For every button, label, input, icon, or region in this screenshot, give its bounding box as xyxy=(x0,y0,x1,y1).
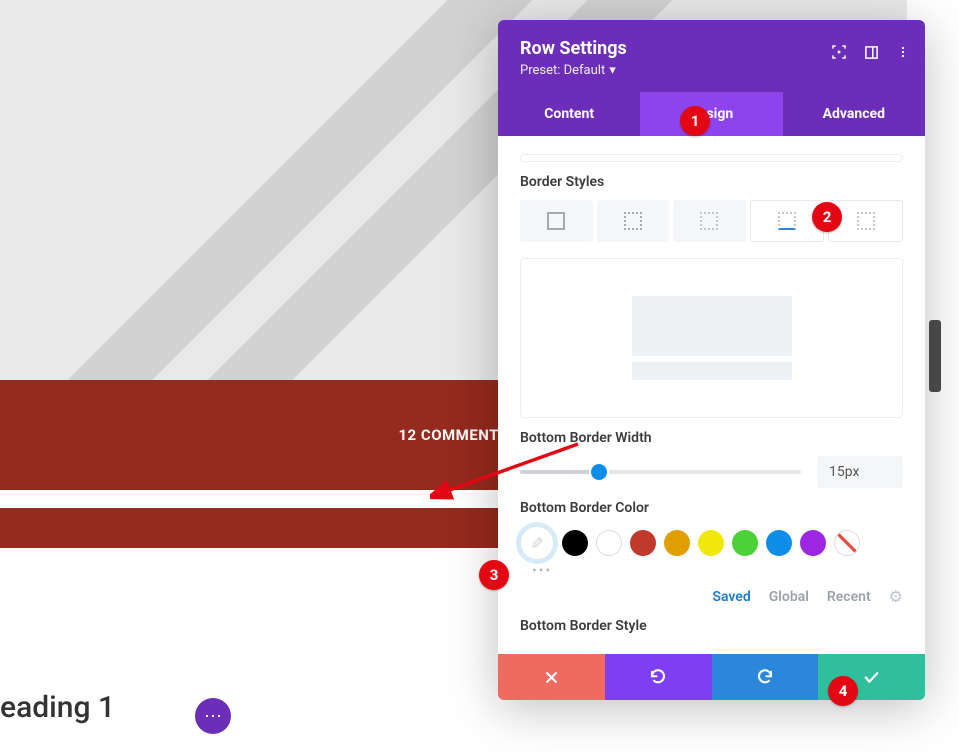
border-style-picker xyxy=(520,200,903,242)
modal-body: Border Styles Bottom Border Width 15px B… xyxy=(498,136,925,654)
width-value-input[interactable]: 15px xyxy=(817,456,903,488)
collapsed-option-box[interactable] xyxy=(520,154,903,162)
callout-badge-3: 3 xyxy=(479,560,509,590)
label-bottom-border-width: Bottom Border Width xyxy=(520,430,903,446)
swatch-blue[interactable] xyxy=(766,530,792,556)
border-width-control: 15px xyxy=(520,456,903,488)
undo-button[interactable] xyxy=(605,654,712,700)
swatch-green[interactable] xyxy=(732,530,758,556)
modal-tabs: Content Design Advanced xyxy=(498,92,925,136)
comments-count-label: 12 COMMENTS xyxy=(398,426,508,444)
kebab-menu-icon[interactable] xyxy=(889,38,917,66)
color-palette-tabs: Saved Global Recent ⚙ xyxy=(520,587,903,606)
slider-thumb[interactable] xyxy=(591,464,607,480)
row-settings-modal: Row Settings Preset: Default ▾ Content D… xyxy=(498,20,925,700)
callout-badge-1: 1 xyxy=(680,106,710,136)
swatch-empty[interactable] xyxy=(834,530,860,556)
section-add-button[interactable]: ⋯ xyxy=(195,698,231,734)
color-tab-global[interactable]: Global xyxy=(769,589,809,605)
tab-advanced[interactable]: Advanced xyxy=(783,92,925,136)
tab-content[interactable]: Content xyxy=(498,92,640,136)
page-heading-fragment: eading 1 xyxy=(0,690,115,725)
border-style-right-dotted[interactable] xyxy=(673,200,746,242)
border-style-top-dotted[interactable] xyxy=(597,200,670,242)
modal-header: Row Settings Preset: Default ▾ xyxy=(498,20,925,92)
color-tab-saved[interactable]: Saved xyxy=(712,589,750,605)
modal-footer-actions xyxy=(498,654,925,700)
tab-design[interactable]: Design xyxy=(640,92,782,136)
preview-block-small xyxy=(632,362,792,380)
preview-block xyxy=(632,296,792,356)
swatch-orange[interactable] xyxy=(664,530,690,556)
border-style-all-solid[interactable] xyxy=(520,200,593,242)
width-slider[interactable] xyxy=(520,470,801,474)
label-bottom-border-color: Bottom Border Color xyxy=(520,500,903,516)
label-bottom-border-style: Bottom Border Style xyxy=(520,618,903,634)
callout-badge-4: 4 xyxy=(828,676,858,706)
border-preview xyxy=(520,258,903,418)
callout-badge-2: 2 xyxy=(812,202,842,232)
eyedropper-swatch[interactable]: ✎ xyxy=(520,526,554,560)
swatch-brick[interactable] xyxy=(630,530,656,556)
swatch-purple[interactable] xyxy=(800,530,826,556)
more-dots-icon[interactable]: ••• xyxy=(532,563,903,579)
slider-fill xyxy=(520,470,599,474)
redo-button[interactable] xyxy=(712,654,819,700)
color-swatch-row: ✎ xyxy=(520,526,903,560)
color-tab-recent[interactable]: Recent xyxy=(827,589,871,605)
preset-label: Preset: Default xyxy=(520,63,605,78)
label-border-styles: Border Styles xyxy=(520,174,903,190)
focus-icon[interactable] xyxy=(825,38,853,66)
close-button[interactable] xyxy=(498,654,605,700)
chevron-down-icon: ▾ xyxy=(609,63,616,78)
layout-icon[interactable] xyxy=(857,38,885,66)
gear-icon[interactable]: ⚙ xyxy=(889,587,903,606)
swatch-black[interactable] xyxy=(562,530,588,556)
vertical-scrollbar-thumb[interactable] xyxy=(929,320,941,392)
swatch-white[interactable] xyxy=(596,530,622,556)
modal-header-actions xyxy=(825,38,917,66)
swatch-yellow[interactable] xyxy=(698,530,724,556)
